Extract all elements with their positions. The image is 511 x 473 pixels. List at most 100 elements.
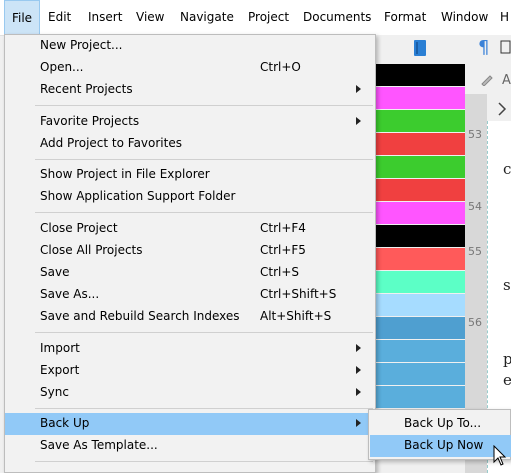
menu-insert[interactable]: Insert [88, 0, 122, 35]
pen-icon[interactable] [480, 72, 494, 89]
menu-item-label: New Project... [40, 38, 123, 52]
menu-item-label: Favorite Projects [40, 114, 140, 128]
label-color-strip [376, 386, 465, 408]
menu-item-shortcut: Ctrl+O [260, 60, 301, 74]
menu-file[interactable]: File [4, 0, 40, 35]
label-color-strip [376, 317, 465, 339]
menu-item-label: Recent Projects [40, 82, 133, 96]
menu-item-label: Close Project [40, 221, 118, 235]
menu-separator [35, 159, 373, 160]
menu-edit[interactable]: Edit [48, 0, 71, 35]
menu-item-label: Import [40, 341, 80, 355]
menu-item-label: Close All Projects [40, 243, 143, 257]
label-color-strip [376, 87, 465, 109]
menu-item-label: Add Project to Favorites [40, 136, 182, 150]
menu-item-label: Sync [40, 385, 69, 399]
menu-item-sync[interactable]: Sync [5, 382, 375, 404]
menu-item-save[interactable]: Save Ctrl+S [5, 262, 375, 284]
menu-item-label: Save As... [40, 287, 100, 301]
submenu-arrow-icon [356, 85, 361, 93]
menu-item-label: Back Up [40, 416, 90, 430]
file-menu: New Project... Open... Ctrl+O Recent Pro… [4, 34, 376, 473]
label-color-strip [376, 202, 465, 224]
menu-item-label: Export [40, 363, 80, 377]
menu-item-label: Show Application Support Folder [40, 189, 236, 203]
menu-item-open[interactable]: Open... Ctrl+O [5, 57, 375, 79]
label-color-strip [376, 340, 465, 362]
line-number: 53 [468, 128, 482, 141]
label-color-strip [376, 110, 465, 132]
svg-text:A: A [502, 73, 511, 86]
menu-item-save-as-template[interactable]: Save As Template... [5, 435, 375, 457]
page-text: s [503, 276, 511, 294]
menu-item-export[interactable]: Export [5, 360, 375, 382]
menu-item-shortcut: Ctrl+S [260, 265, 300, 279]
menu-separator [35, 461, 373, 462]
menu-item-save-rebuild[interactable]: Save and Rebuild Search Indexes Alt+Shif… [5, 306, 375, 328]
page-text: e [503, 371, 511, 389]
menu-item-shortcut: Ctrl+F4 [260, 221, 306, 235]
label-color-strip [376, 248, 465, 270]
toolbar-extra-icon[interactable] [500, 40, 511, 57]
menu-item-shortcut: Ctrl+Shift+S [260, 287, 337, 301]
mouse-cursor-icon [493, 444, 507, 470]
menu-help[interactable]: H [500, 0, 509, 35]
menu-item-label: Back Up Now [404, 438, 484, 452]
menu-item-label: Save and Rebuild Search Indexes [40, 309, 240, 323]
paragraph-icon[interactable]: ¶ [478, 37, 489, 58]
menu-separator [35, 212, 373, 213]
menu-project[interactable]: Project [248, 0, 289, 35]
menu-item-save-as[interactable]: Save As... Ctrl+Shift+S [5, 284, 375, 306]
label-color-strip [376, 271, 465, 293]
menu-item-label: Save As Template... [40, 438, 158, 452]
notebook-icon[interactable] [413, 39, 427, 60]
menu-bar: File Edit Insert View Navigate Project D… [0, 0, 511, 36]
menu-item-recent-projects[interactable]: Recent Projects [5, 79, 375, 101]
menu-separator [35, 408, 373, 409]
submenu-arrow-icon [356, 366, 361, 374]
menu-window[interactable]: Window [441, 0, 488, 35]
label-color-strip [376, 156, 465, 178]
menu-format[interactable]: Format [384, 0, 426, 35]
submenu-arrow-icon [356, 419, 361, 427]
label-color-strip [376, 133, 465, 155]
menu-item-close-project[interactable]: Close Project Ctrl+F4 [5, 218, 375, 240]
menu-item-label: Open... [40, 60, 84, 74]
menu-item-import[interactable]: Import [5, 338, 375, 360]
menu-item-show-in-explorer[interactable]: Show Project in File Explorer [5, 164, 375, 186]
menu-item-back-up[interactable]: Back Up [5, 413, 375, 435]
menu-item-back-up-now[interactable]: Back Up Now [370, 435, 511, 457]
menu-item-close-all[interactable]: Close All Projects Ctrl+F5 [5, 240, 375, 262]
label-color-strip [376, 363, 465, 385]
menu-item-back-up-to[interactable]: Back Up To... [370, 413, 511, 435]
menu-item-add-to-favorites[interactable]: Add Project to Favorites [5, 133, 375, 155]
submenu-arrow-icon [356, 344, 361, 352]
line-number: 55 [468, 245, 482, 258]
menu-item-label: Show Project in File Explorer [40, 167, 210, 181]
font-a-icon[interactable]: A [502, 72, 511, 89]
backup-submenu: Back Up To... Back Up Now [368, 409, 511, 460]
label-color-strip [376, 225, 465, 247]
chevron-right-icon[interactable] [497, 102, 507, 119]
page-text: p [503, 350, 511, 368]
menu-item-label: Back Up To... [404, 416, 482, 430]
label-color-strip [376, 179, 465, 201]
menu-item-new-project[interactable]: New Project... [5, 35, 375, 57]
menu-view[interactable]: View [136, 0, 164, 35]
menu-item-shortcut: Alt+Shift+S [260, 309, 332, 323]
label-color-strip [376, 294, 465, 316]
menu-item-show-support-folder[interactable]: Show Application Support Folder [5, 186, 375, 208]
submenu-arrow-icon [356, 388, 361, 396]
page-text: c [503, 160, 511, 178]
menu-documents[interactable]: Documents [303, 0, 371, 35]
menu-item-shortcut: Ctrl+F5 [260, 243, 306, 257]
menu-item-favorite-projects[interactable]: Favorite Projects [5, 111, 375, 133]
label-color-strip [376, 64, 465, 86]
line-number: 56 [468, 316, 482, 329]
menu-separator [35, 105, 373, 106]
line-number: 54 [468, 200, 482, 213]
submenu-arrow-icon [356, 117, 361, 125]
menu-navigate[interactable]: Navigate [180, 0, 234, 35]
menu-separator [35, 332, 373, 333]
menu-item-label: Save [40, 265, 70, 279]
